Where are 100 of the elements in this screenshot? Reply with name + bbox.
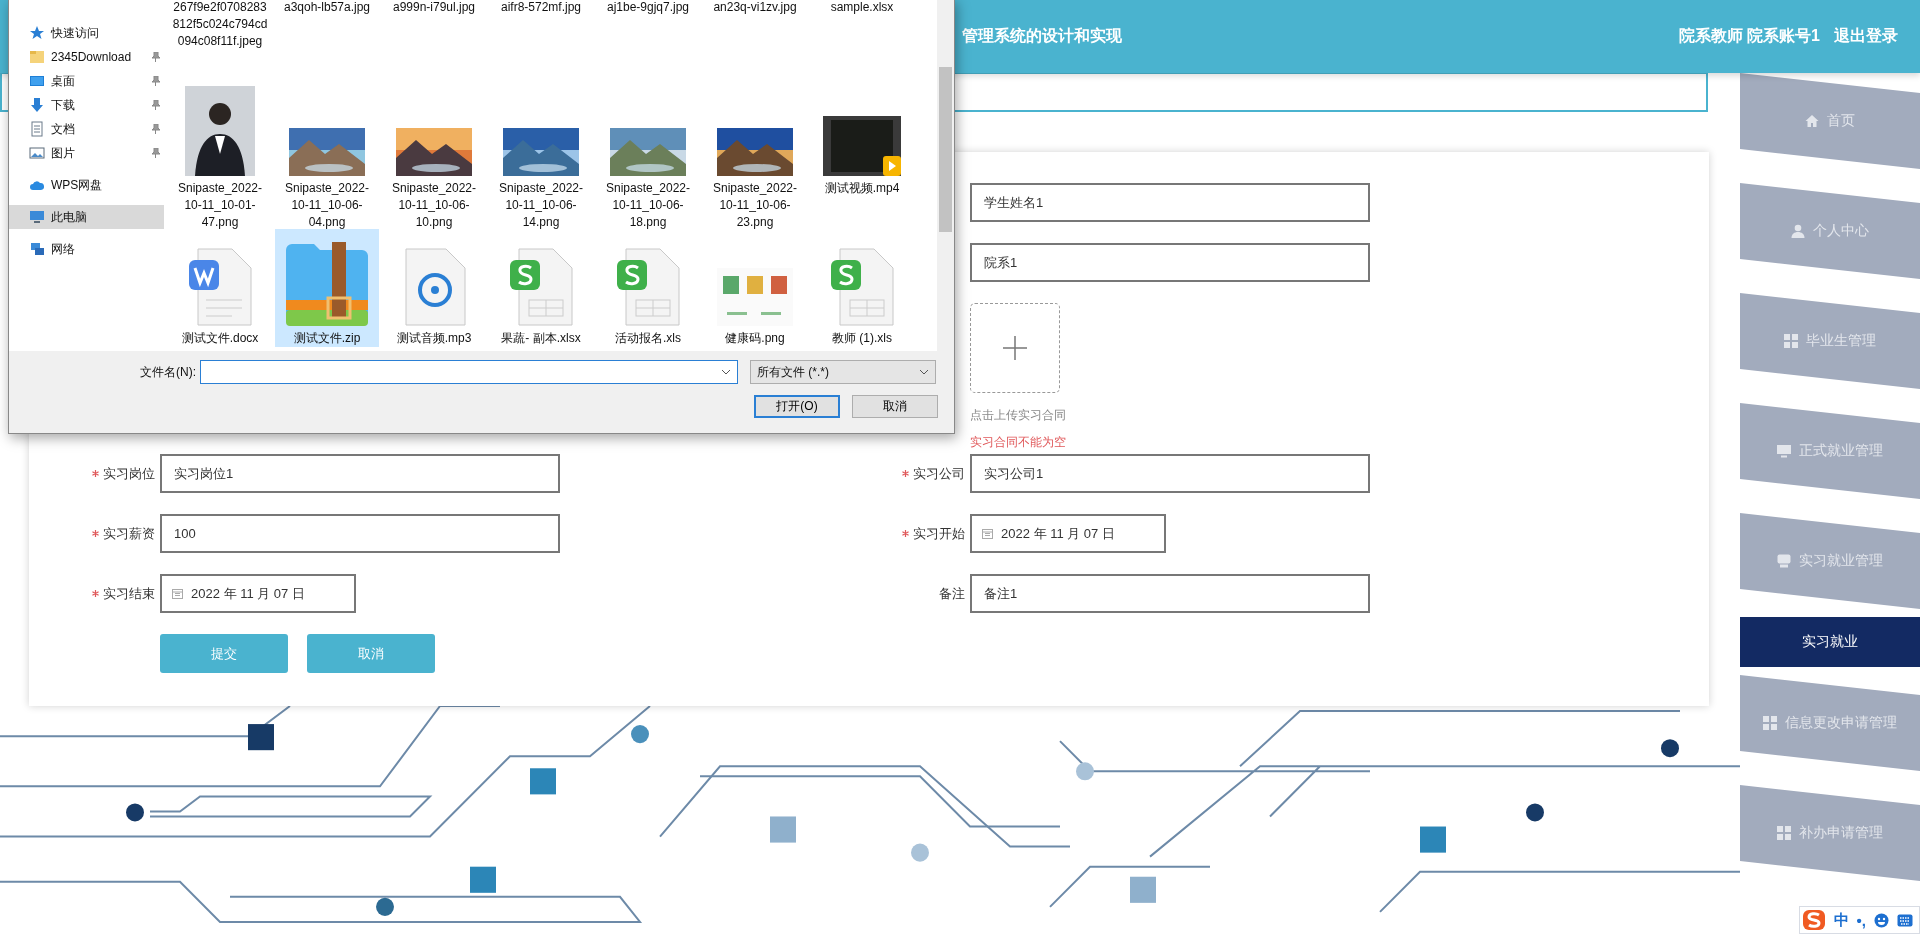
file-item[interactable]: Snipaste_2022-10-11_10-06-10.png (382, 79, 486, 229)
file-name: sample.xlsx (829, 0, 895, 16)
file-item[interactable]: 测试视频.mp4 (810, 79, 914, 229)
file-item[interactable]: an23q-vi1zv.jpg (703, 0, 807, 79)
file-item[interactable]: aj1be-9gjq7.jpg (596, 0, 700, 79)
nav-item[interactable]: 下载 (9, 93, 164, 117)
file-item[interactable]: 健康码.png (703, 229, 807, 347)
document-icon (29, 121, 45, 137)
file-item[interactable]: a3qoh-lb57a.jpg (275, 0, 379, 79)
nav-label: 网络 (51, 240, 75, 258)
input-field[interactable]: 100 (160, 514, 560, 553)
nav-label: 文档 (51, 120, 75, 138)
file-name: 测试文件.docx (180, 330, 260, 347)
cancel-button[interactable]: 取消 (852, 394, 938, 418)
nav-item[interactable]: 此电脑 (9, 205, 164, 229)
spreadsheet-icon (616, 248, 680, 326)
input-field[interactable]: 实习公司1 (970, 454, 1370, 493)
tray-icon (1777, 554, 1791, 568)
field-label: 实习开始 (913, 524, 965, 543)
download-icon (29, 97, 45, 113)
file-name: 活动报名.xls (614, 330, 682, 347)
file-name: 267f9e2f0708283812f5c024c794cd094c08f11f.jpeg (172, 0, 268, 50)
file-item[interactable]: 教师 (1).xls (810, 229, 914, 347)
file-name: 果蔬- 副本.xlsx (500, 330, 582, 347)
field-label: 备注 (939, 584, 965, 603)
file-item[interactable]: 果蔬- 副本.xlsx (489, 229, 593, 347)
open-button[interactable]: 打开(O) (754, 394, 840, 418)
word-document-icon (188, 248, 252, 326)
input-field[interactable]: 院系1 (970, 243, 1370, 282)
input-field[interactable]: 学生姓名1 (970, 183, 1370, 222)
file-name: 教师 (1).xls (831, 330, 893, 347)
input-mode[interactable]: 中 (1833, 910, 1849, 930)
star-icon (29, 25, 45, 41)
file-name: Snipaste_2022-10-11_10-06-04.png (283, 180, 371, 231)
file-item[interactable]: Snipaste_2022-10-11_10-06-18.png (596, 79, 700, 229)
nav-label: 此电脑 (51, 208, 87, 226)
sidebar-item[interactable]: 实习就业 (1740, 617, 1920, 667)
nav-item[interactable]: 桌面 (9, 69, 164, 93)
folder-icon (29, 49, 45, 65)
plus-icon (1002, 335, 1028, 361)
input-field[interactable]: 实习岗位1 (160, 454, 560, 493)
user-info: 院系教师 院系账号1 (1678, 26, 1820, 46)
ime-logo-icon (1801, 909, 1826, 931)
filename-label: 文件名(N): (139, 363, 197, 381)
nav-item[interactable]: 网络 (9, 237, 164, 261)
file-name: Snipaste_2022-10-11_10-06-10.png (390, 180, 478, 231)
file-item[interactable]: 267f9e2f0708283812f5c024c794cd094c08f11f.jpeg (168, 0, 272, 79)
file-item[interactable]: 测试音频.mp3 (382, 229, 486, 347)
pin-icon (151, 76, 160, 86)
home-icon (1805, 114, 1819, 128)
field-label: 实习公司 (913, 464, 965, 483)
system-title: 管理系统的设计和实现 (962, 26, 1122, 46)
nav-item[interactable]: WPS网盘 (9, 173, 164, 197)
file-type-dropdown[interactable]: 所有文件 (*.*) (750, 360, 936, 384)
punctuation-mode[interactable]: •, (1856, 911, 1866, 929)
error-message: 实习合同不能为空 (970, 434, 1067, 451)
pin-icon (151, 148, 160, 158)
upload-hint: 点击上传实习合同 (970, 407, 1067, 424)
nav-label: 图片 (51, 144, 75, 162)
file-item[interactable]: aifr8-572mf.jpg (489, 0, 593, 79)
input-field[interactable]: 2022 年 11 月 07 日 (970, 514, 1166, 553)
caret-icon (721, 369, 731, 375)
image-icon (29, 145, 45, 161)
file-item[interactable]: 测试文件.docx (168, 229, 272, 347)
spreadsheet-icon (830, 248, 894, 326)
nav-label: 桌面 (51, 72, 75, 90)
file-item[interactable]: Snipaste_2022-10-11_10-06-14.png (489, 79, 593, 229)
audio-file-icon (402, 248, 466, 326)
grid-icon (1784, 334, 1798, 348)
file-name: Snipaste_2022-10-11_10-06-18.png (604, 180, 692, 231)
nav-label: 下载 (51, 96, 75, 114)
nav-item[interactable]: 图片 (9, 141, 164, 165)
file-item[interactable]: sample.xlsx (810, 0, 914, 79)
field-label: 实习薪资 (103, 524, 155, 543)
file-name: 测试音频.mp3 (395, 330, 473, 347)
field-label: 实习结束 (103, 584, 155, 603)
emoji-icon[interactable] (1874, 912, 1889, 928)
scrollbar[interactable] (937, 0, 954, 351)
input-field[interactable]: 2022 年 11 月 07 日 (160, 574, 356, 613)
file-item[interactable]: 测试文件.zip (275, 229, 379, 347)
file-item[interactable]: Snipaste_2022-10-11_10-06-04.png (275, 79, 379, 229)
input-field[interactable]: 备注1 (970, 574, 1370, 613)
nav-item[interactable]: 2345Download (9, 45, 164, 69)
file-item[interactable]: Snipaste_2022-10-11_10-06-23.png (703, 79, 807, 229)
file-name: Snipaste_2022-10-11_10-01-47.png (176, 180, 264, 231)
network-icon (29, 241, 45, 257)
nav-label: WPS网盘 (51, 176, 103, 194)
file-item[interactable]: a999n-i79ul.jpg (382, 0, 486, 79)
zip-archive-icon (286, 242, 368, 326)
upload-box[interactable] (970, 303, 1060, 393)
desktop-icon (29, 73, 45, 89)
calendar-icon (172, 588, 183, 599)
nav-item[interactable]: 文档 (9, 117, 164, 141)
keyboard-icon[interactable] (1897, 913, 1913, 927)
file-name: Snipaste_2022-10-11_10-06-23.png (711, 180, 799, 231)
file-item[interactable]: 活动报名.xls (596, 229, 700, 347)
nav-item[interactable]: 快速访问 (9, 21, 164, 45)
file-item[interactable]: Snipaste_2022-10-11_10-01-47.png (168, 79, 272, 229)
filename-field[interactable] (200, 360, 738, 384)
grid-icon (1777, 826, 1791, 840)
